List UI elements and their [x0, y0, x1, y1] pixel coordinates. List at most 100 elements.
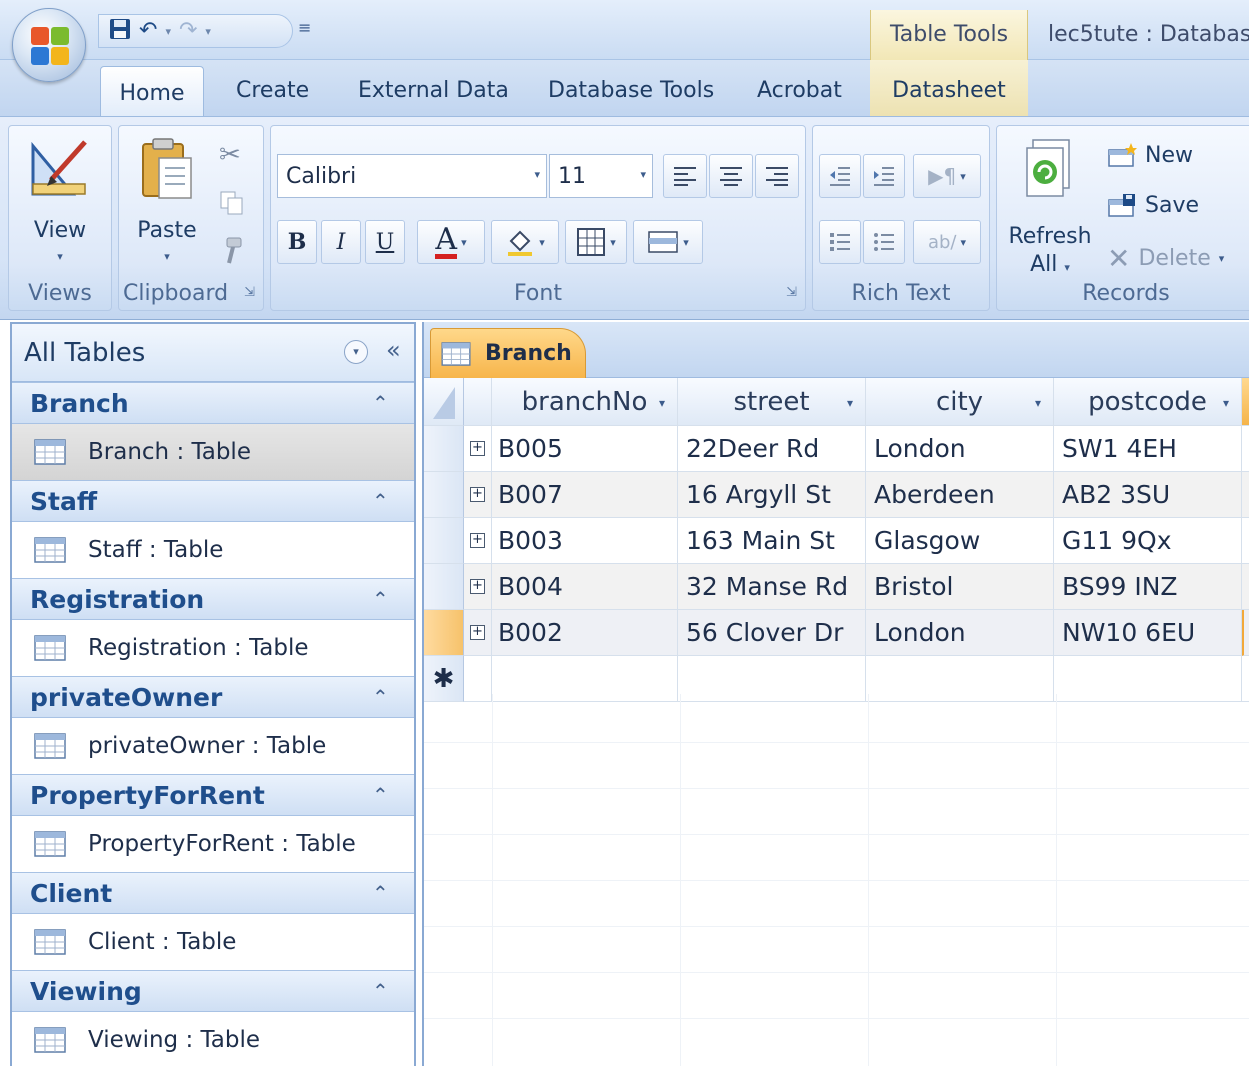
underline-button[interactable]: U [365, 220, 405, 264]
copy-icon[interactable] [219, 190, 245, 220]
font-color-dropdown-icon[interactable]: ▾ [461, 236, 467, 249]
tab-home[interactable]: Home [100, 66, 204, 118]
cell-city[interactable]: Aberdeen [866, 472, 1054, 518]
collapse-pane-icon[interactable]: « [386, 336, 401, 364]
nav-group-header[interactable]: Client ⌃ [12, 872, 414, 914]
cell-postcode[interactable]: G11 9Qx [1054, 518, 1242, 564]
column-header-street[interactable]: street ▾ [678, 378, 866, 426]
tab-external-data[interactable]: External Data [358, 74, 509, 116]
save-record-button[interactable]: Save [1107, 192, 1199, 218]
column-filter-dropdown-icon[interactable]: ▾ [1035, 396, 1041, 410]
bullets-button[interactable] [863, 220, 905, 264]
column-header-add[interactable] [1242, 378, 1249, 426]
cell-branchno[interactable]: B007 [492, 472, 678, 518]
align-left-button[interactable] [663, 154, 707, 198]
nav-item-branch-table[interactable]: Branch : Table [12, 424, 414, 480]
cell-street[interactable]: 56 Clover Dr [678, 610, 866, 656]
expand-icon[interactable]: + [470, 533, 485, 548]
table-row[interactable]: + B003 163 Main St Glasgow G11 9Qx [424, 518, 1249, 564]
column-header-postcode[interactable]: postcode ▾ [1054, 378, 1242, 426]
tab-datasheet[interactable]: Datasheet [870, 60, 1028, 116]
column-filter-dropdown-icon[interactable]: ▾ [659, 396, 665, 410]
font-name-combo[interactable]: Calibri ▾ [277, 154, 547, 198]
cell-city[interactable]: Glasgow [866, 518, 1054, 564]
bold-button[interactable]: B [277, 220, 317, 264]
nav-group-header[interactable]: Branch ⌃ [12, 382, 414, 424]
tab-acrobat[interactable]: Acrobat [757, 74, 842, 116]
column-header-city[interactable]: city ▾ [866, 378, 1054, 426]
chevron-up-icon[interactable]: ⌃ [372, 685, 389, 709]
cell-postcode[interactable]: SW1 4EH [1054, 426, 1242, 472]
cell-street[interactable]: 16 Argyll St [678, 472, 866, 518]
highlight-dropdown-icon[interactable]: ▾ [961, 236, 967, 249]
expand-icon[interactable]: + [470, 487, 485, 502]
cell-city[interactable]: Bristol [866, 564, 1054, 610]
nav-group-header[interactable]: PropertyForRent ⌃ [12, 774, 414, 816]
subdatasheet-expander[interactable]: + [464, 472, 492, 518]
new-cell-street[interactable] [678, 656, 866, 702]
cell-branchno[interactable]: B005 [492, 426, 678, 472]
nav-group-header[interactable]: privateOwner ⌃ [12, 676, 414, 718]
cell-city[interactable]: London [866, 610, 1054, 656]
tab-create[interactable]: Create [236, 74, 309, 116]
nav-item-client-table[interactable]: Client : Table [12, 914, 414, 970]
nav-menu-dropdown-icon[interactable]: ▾ [344, 340, 368, 364]
highlight-button[interactable]: ab∕ ▾ [913, 220, 981, 264]
subdatasheet-expander[interactable]: + [464, 610, 492, 656]
subdatasheet-expander[interactable]: + [464, 518, 492, 564]
decrease-indent-button[interactable] [819, 154, 861, 198]
nav-group-header[interactable]: Viewing ⌃ [12, 970, 414, 1012]
office-button[interactable] [12, 8, 86, 82]
undo-icon[interactable]: ↶ [139, 20, 157, 42]
save-icon[interactable] [109, 18, 131, 45]
increase-indent-button[interactable] [863, 154, 905, 198]
nav-item-viewing-table[interactable]: Viewing : Table [12, 1012, 414, 1066]
font-size-combo[interactable]: 11 ▾ [549, 154, 653, 198]
new-cell-branchno[interactable] [492, 656, 678, 702]
chevron-up-icon[interactable]: ⌃ [372, 489, 389, 513]
chevron-up-icon[interactable]: ⌃ [372, 881, 389, 905]
align-right-button[interactable] [755, 154, 799, 198]
customize-toolbar-icon[interactable]: ≡ [298, 18, 311, 37]
new-record-icon[interactable]: ✱ [424, 656, 464, 702]
column-filter-dropdown-icon[interactable]: ▾ [847, 396, 853, 410]
record-selector[interactable] [424, 426, 464, 472]
alternate-fill-dropdown-icon[interactable]: ▾ [683, 236, 689, 249]
nav-group-header[interactable]: Staff ⌃ [12, 480, 414, 522]
paste-button[interactable]: Paste ▾ [123, 126, 211, 266]
document-tab-branch[interactable]: Branch [430, 328, 586, 378]
new-record-button[interactable]: New [1107, 142, 1193, 168]
refresh-all-button[interactable]: Refresh All ▾ [1001, 126, 1099, 277]
table-row[interactable]: + B007 16 Argyll St Aberdeen AB2 3SU [424, 472, 1249, 518]
delete-dropdown-icon[interactable]: ▾ [1219, 252, 1225, 265]
nav-pane-header[interactable]: All Tables ▾ « [12, 324, 414, 382]
redo-icon[interactable]: ↷ [179, 20, 197, 42]
alternate-fill-button[interactable]: ▾ [633, 220, 703, 264]
cell-street[interactable]: 22Deer Rd [678, 426, 866, 472]
nav-group-header[interactable]: Registration ⌃ [12, 578, 414, 620]
align-center-button[interactable] [709, 154, 753, 198]
select-all-corner[interactable] [424, 378, 464, 426]
gridlines-dropdown-icon[interactable]: ▾ [610, 236, 616, 249]
font-size-dropdown-icon[interactable]: ▾ [640, 168, 646, 181]
font-color-button[interactable]: A ▾ [417, 220, 485, 264]
expand-icon[interactable]: + [470, 579, 485, 594]
refresh-dropdown-icon[interactable]: ▾ [1064, 261, 1070, 274]
chevron-up-icon[interactable]: ⌃ [372, 391, 389, 415]
expand-icon[interactable]: + [470, 625, 485, 640]
cell-city[interactable]: London [866, 426, 1054, 472]
chevron-up-icon[interactable]: ⌃ [372, 979, 389, 1003]
record-selector[interactable] [424, 472, 464, 518]
column-filter-dropdown-icon[interactable]: ▾ [1223, 396, 1229, 410]
cell-empty[interactable] [1242, 472, 1249, 518]
record-selector-current[interactable] [424, 610, 464, 656]
new-cell-postcode[interactable] [1054, 656, 1242, 702]
nav-item-property-for-rent-table[interactable]: PropertyForRent : Table [12, 816, 414, 872]
text-direction-button[interactable]: ▶¶ ▾ [913, 154, 981, 198]
cell-postcode[interactable]: AB2 3SU [1054, 472, 1242, 518]
chevron-up-icon[interactable]: ⌃ [372, 783, 389, 807]
cell-empty[interactable] [1242, 564, 1249, 610]
numbering-button[interactable] [819, 220, 861, 264]
cell-empty[interactable] [1242, 518, 1249, 564]
cell-empty[interactable] [1242, 426, 1249, 472]
